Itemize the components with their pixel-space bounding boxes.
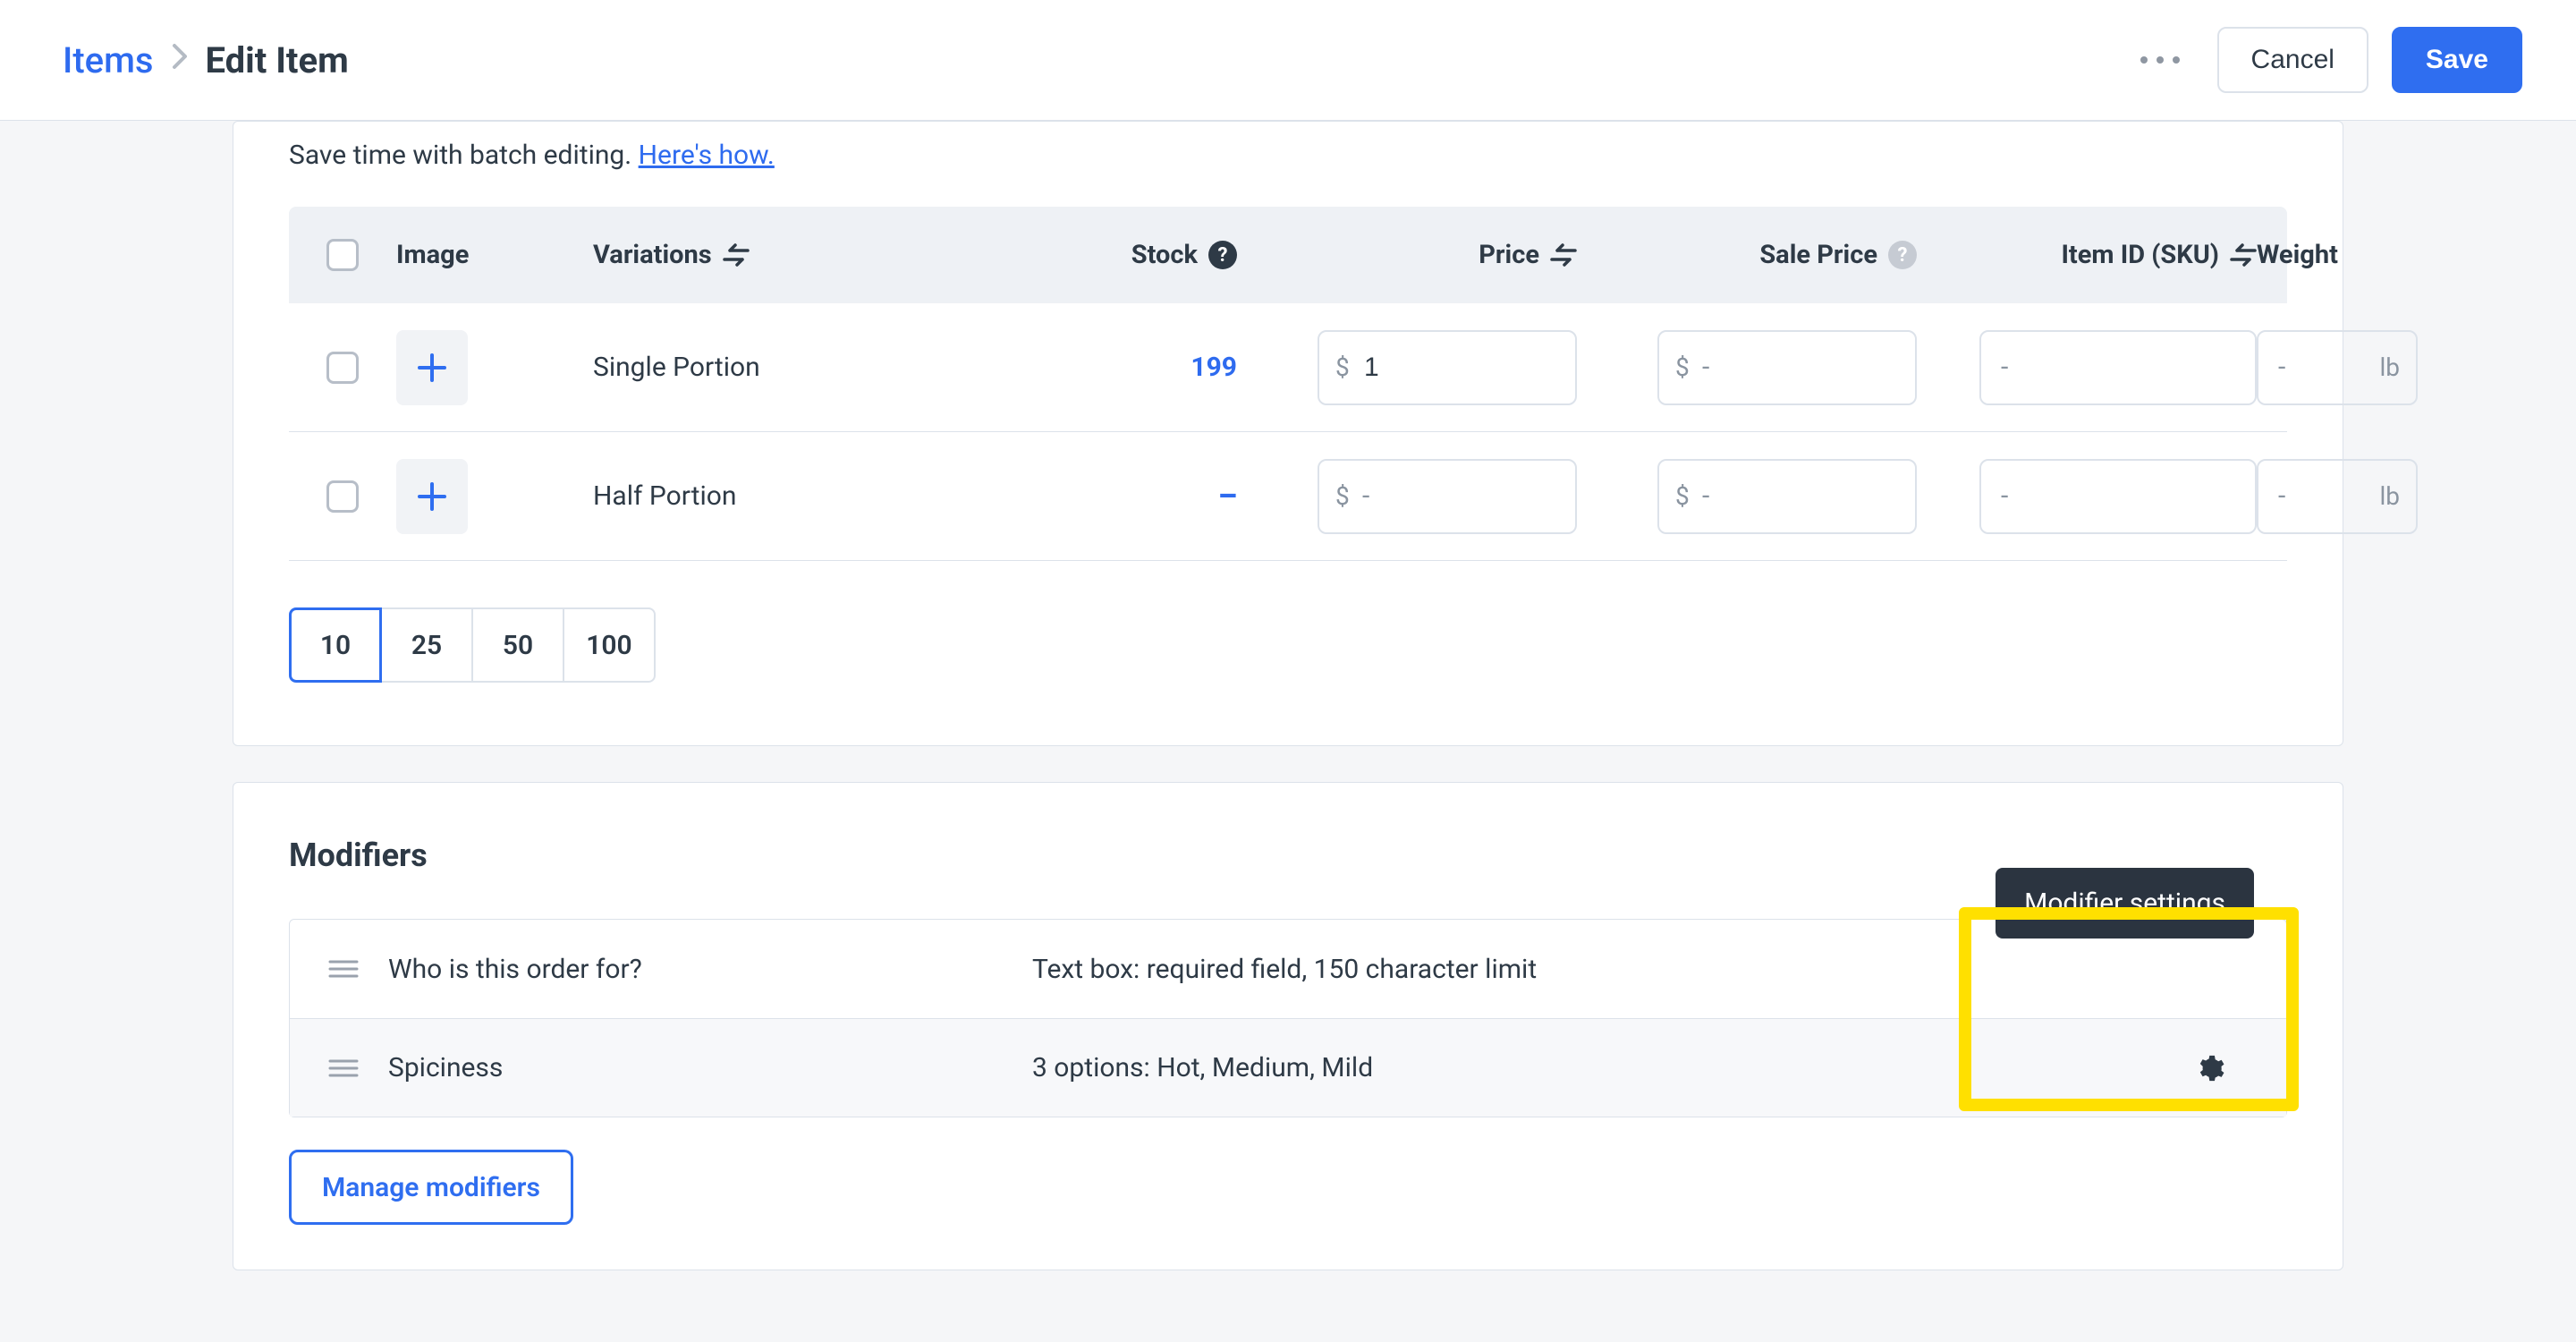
modifier-settings-tooltip: Modifier settings xyxy=(1996,868,2254,939)
sku-input[interactable]: - xyxy=(1979,330,2257,405)
modifiers-list: Who is this order for? Text box: require… xyxy=(289,919,2287,1117)
weight-input[interactable]: - lb xyxy=(2257,330,2418,405)
modifier-row: Who is this order for? Text box: require… xyxy=(290,920,2286,1018)
weight-input[interactable]: - lb xyxy=(2257,459,2418,534)
column-sale-price: Sale Price ? xyxy=(1577,240,1917,270)
page-size-selector: 10 25 50 100 xyxy=(289,607,2287,683)
sale-price-input[interactable]: $ - xyxy=(1657,330,1917,405)
cancel-button[interactable]: Cancel xyxy=(2217,27,2368,93)
column-stock: Stock ? xyxy=(969,240,1237,270)
modifier-desc: Text box: required field, 150 character … xyxy=(1032,954,2134,985)
column-image: Image xyxy=(396,240,593,270)
page-size-option[interactable]: 10 xyxy=(289,607,382,683)
modifier-row: Spiciness 3 options: Hot, Medium, Mild xyxy=(290,1018,2286,1117)
modifiers-card: Modifiers Who is this order for? Text bo… xyxy=(233,782,2343,1270)
page-size-option[interactable]: 50 xyxy=(471,607,564,683)
variation-row: Single Portion 199 $ $ - xyxy=(289,303,2287,432)
manage-modifiers-button[interactable]: Manage modifiers xyxy=(289,1150,573,1225)
column-sku[interactable]: Item ID (SKU) xyxy=(1917,240,2257,270)
help-icon[interactable]: ? xyxy=(1208,241,1237,269)
sku-input[interactable]: - xyxy=(1979,459,2257,534)
variations-card: Save time with batch editing. Here's how… xyxy=(233,121,2343,746)
stock-value[interactable]: 199 xyxy=(1191,352,1237,383)
page-title: Edit Item xyxy=(206,39,349,81)
modifier-desc: 3 options: Hot, Medium, Mild xyxy=(1032,1052,2134,1083)
column-weight: Weight xyxy=(2257,240,2418,270)
drag-handle-icon[interactable] xyxy=(299,958,388,980)
modifier-name: Spiciness xyxy=(388,1052,1032,1083)
add-image-button[interactable] xyxy=(396,330,468,405)
variation-name[interactable]: Single Portion xyxy=(593,352,969,383)
batch-edit-hint: Save time with batch editing. Here's how… xyxy=(233,122,2343,207)
modifier-name: Who is this order for? xyxy=(388,954,1032,985)
modifiers-title: Modifiers xyxy=(289,837,2287,874)
add-image-button[interactable] xyxy=(396,459,468,534)
sale-price-input[interactable]: $ - xyxy=(1657,459,1917,534)
stock-value[interactable]: – xyxy=(1218,479,1237,514)
row-checkbox[interactable] xyxy=(326,480,359,513)
more-actions-button[interactable] xyxy=(2126,47,2194,72)
help-icon[interactable]: ? xyxy=(1888,241,1917,269)
save-button[interactable]: Save xyxy=(2392,27,2522,93)
page-size-option[interactable]: 25 xyxy=(380,607,473,683)
batch-edit-hint-text: Save time with batch editing. xyxy=(289,140,639,171)
page-size-option[interactable]: 100 xyxy=(563,607,656,683)
swap-icon xyxy=(723,243,750,267)
price-input[interactable]: $ xyxy=(1318,330,1577,405)
variation-row: Half Portion – $ - $ - xyxy=(289,432,2287,561)
variation-name[interactable]: Half Portion xyxy=(593,480,969,512)
row-checkbox[interactable] xyxy=(326,352,359,384)
variations-table-header: Image Variations Stock ? Price xyxy=(289,207,2287,303)
swap-icon xyxy=(1550,243,1577,267)
select-all-checkbox[interactable] xyxy=(326,239,359,271)
batch-edit-hint-link[interactable]: Here's how. xyxy=(639,140,775,171)
modifier-settings-button[interactable] xyxy=(2134,1019,2286,1117)
drag-handle-icon[interactable] xyxy=(299,1057,388,1079)
price-input[interactable]: $ - xyxy=(1318,459,1577,534)
column-price[interactable]: Price xyxy=(1237,240,1577,270)
breadcrumb-root[interactable]: Items xyxy=(63,39,154,81)
swap-icon xyxy=(2230,243,2257,267)
column-variations[interactable]: Variations xyxy=(593,240,969,270)
chevron-right-icon xyxy=(172,43,188,77)
